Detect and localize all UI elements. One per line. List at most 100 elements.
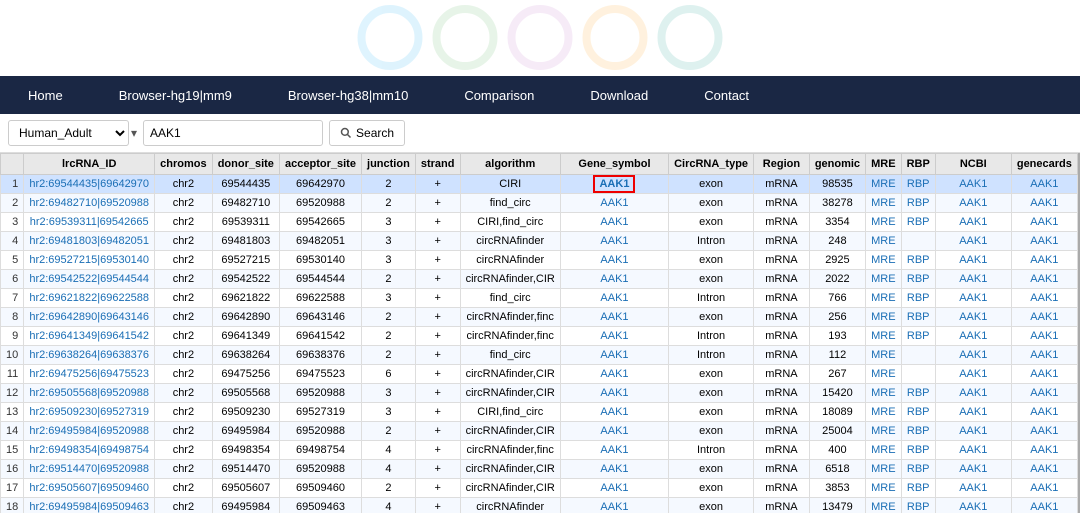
ncbi-link[interactable]: AAK1: [959, 349, 987, 361]
mre-link[interactable]: MRE: [871, 197, 895, 209]
genecards-link[interactable]: AAK1: [1030, 349, 1058, 361]
mre-link[interactable]: MRE: [871, 501, 895, 513]
rbp-link[interactable]: RBP: [907, 254, 930, 266]
lrcrna-id-cell[interactable]: hr2:69495984|69509463: [24, 498, 155, 513]
rbp-cell[interactable]: RBP: [901, 479, 935, 498]
mre-link[interactable]: MRE: [871, 349, 895, 361]
mre-cell[interactable]: MRE: [866, 251, 901, 270]
gene-symbol-cell[interactable]: AAK1: [560, 251, 668, 270]
genecards-cell[interactable]: AAK1: [1011, 460, 1077, 479]
genecards-cell[interactable]: AAK1: [1011, 384, 1077, 403]
genecards-link[interactable]: AAK1: [1030, 273, 1058, 285]
ncbi-link[interactable]: AAK1: [959, 197, 987, 209]
mre-cell[interactable]: MRE: [866, 384, 901, 403]
rbp-link[interactable]: RBP: [907, 273, 930, 285]
genecards-cell[interactable]: AAK1: [1011, 289, 1077, 308]
rbp-link[interactable]: RBP: [907, 178, 930, 190]
mre-cell[interactable]: MRE: [866, 441, 901, 460]
genecards-link[interactable]: AAK1: [1030, 444, 1058, 456]
genecards-link[interactable]: AAK1: [1030, 197, 1058, 209]
genecards-cell[interactable]: AAK1: [1011, 232, 1077, 251]
nav-home[interactable]: Home: [0, 76, 91, 114]
mre-cell[interactable]: MRE: [866, 289, 901, 308]
genecards-cell[interactable]: AAK1: [1011, 327, 1077, 346]
lrcrna-id-cell[interactable]: hr2:69539311|69542665: [24, 213, 155, 232]
mre-cell[interactable]: MRE: [866, 479, 901, 498]
nav-download[interactable]: Download: [562, 76, 676, 114]
ncbi-cell[interactable]: AAK1: [935, 327, 1011, 346]
nav-contact[interactable]: Contact: [676, 76, 777, 114]
genecards-link[interactable]: AAK1: [1030, 254, 1058, 266]
rbp-link[interactable]: RBP: [907, 216, 930, 228]
genecards-cell[interactable]: AAK1: [1011, 422, 1077, 441]
gene-symbol-cell[interactable]: AAK1: [560, 194, 668, 213]
rbp-link[interactable]: RBP: [907, 444, 930, 456]
gene-symbol-cell[interactable]: AAK1: [560, 384, 668, 403]
genecards-cell[interactable]: AAK1: [1011, 479, 1077, 498]
ncbi-cell[interactable]: AAK1: [935, 232, 1011, 251]
ncbi-link[interactable]: AAK1: [959, 311, 987, 323]
mre-link[interactable]: MRE: [871, 254, 895, 266]
mre-link[interactable]: MRE: [871, 292, 895, 304]
ncbi-cell[interactable]: AAK1: [935, 479, 1011, 498]
rbp-cell[interactable]: [901, 346, 935, 365]
ncbi-link[interactable]: AAK1: [959, 178, 987, 190]
mre-link[interactable]: MRE: [871, 482, 895, 494]
ncbi-link[interactable]: AAK1: [959, 406, 987, 418]
mre-cell[interactable]: MRE: [866, 346, 901, 365]
search-button[interactable]: Search: [329, 120, 405, 146]
gene-symbol-cell[interactable]: AAK1: [560, 460, 668, 479]
ncbi-cell[interactable]: AAK1: [935, 308, 1011, 327]
rbp-cell[interactable]: RBP: [901, 289, 935, 308]
lrcrna-id-cell[interactable]: hr2:69505607|69509460: [24, 479, 155, 498]
mre-link[interactable]: MRE: [871, 368, 895, 380]
ncbi-link[interactable]: AAK1: [959, 368, 987, 380]
rbp-link[interactable]: RBP: [907, 406, 930, 418]
genecards-cell[interactable]: AAK1: [1011, 251, 1077, 270]
ncbi-link[interactable]: AAK1: [959, 482, 987, 494]
gene-symbol-cell[interactable]: AAK1: [560, 289, 668, 308]
ncbi-cell[interactable]: AAK1: [935, 441, 1011, 460]
rbp-cell[interactable]: RBP: [901, 441, 935, 460]
mre-cell[interactable]: MRE: [866, 213, 901, 232]
lrcrna-id-cell[interactable]: hr2:69505568|69520988: [24, 384, 155, 403]
lrcrna-id-cell[interactable]: hr2:69641349|69641542: [24, 327, 155, 346]
mre-link[interactable]: MRE: [871, 425, 895, 437]
ncbi-cell[interactable]: AAK1: [935, 194, 1011, 213]
rbp-cell[interactable]: RBP: [901, 270, 935, 289]
rbp-link[interactable]: RBP: [907, 482, 930, 494]
genecards-cell[interactable]: AAK1: [1011, 365, 1077, 384]
lrcrna-id-cell[interactable]: hr2:69527215|69530140: [24, 251, 155, 270]
mre-cell[interactable]: MRE: [866, 327, 901, 346]
mre-cell[interactable]: MRE: [866, 460, 901, 479]
genecards-link[interactable]: AAK1: [1030, 482, 1058, 494]
ncbi-link[interactable]: AAK1: [959, 216, 987, 228]
lrcrna-id-cell[interactable]: hr2:69495984|69520988: [24, 422, 155, 441]
rbp-cell[interactable]: RBP: [901, 175, 935, 194]
genecards-cell[interactable]: AAK1: [1011, 213, 1077, 232]
nav-browser-hg38[interactable]: Browser-hg38|mm10: [260, 76, 436, 114]
mre-link[interactable]: MRE: [871, 406, 895, 418]
mre-cell[interactable]: MRE: [866, 422, 901, 441]
rbp-link[interactable]: RBP: [907, 330, 930, 342]
rbp-cell[interactable]: [901, 232, 935, 251]
lrcrna-id-cell[interactable]: hr2:69638264|69638376: [24, 346, 155, 365]
genecards-link[interactable]: AAK1: [1030, 425, 1058, 437]
ncbi-link[interactable]: AAK1: [959, 463, 987, 475]
lrcrna-id-cell[interactable]: hr2:69514470|69520988: [24, 460, 155, 479]
rbp-link[interactable]: RBP: [907, 311, 930, 323]
ncbi-cell[interactable]: AAK1: [935, 175, 1011, 194]
mre-link[interactable]: MRE: [871, 311, 895, 323]
genecards-link[interactable]: AAK1: [1030, 406, 1058, 418]
rbp-link[interactable]: RBP: [907, 197, 930, 209]
mre-link[interactable]: MRE: [871, 216, 895, 228]
lrcrna-id-cell[interactable]: hr2:69498354|69498754: [24, 441, 155, 460]
genecards-cell[interactable]: AAK1: [1011, 194, 1077, 213]
ncbi-link[interactable]: AAK1: [959, 387, 987, 399]
mre-cell[interactable]: MRE: [866, 498, 901, 513]
ncbi-link[interactable]: AAK1: [959, 444, 987, 456]
mre-link[interactable]: MRE: [871, 463, 895, 475]
lrcrna-id-cell[interactable]: hr2:69621822|69622588: [24, 289, 155, 308]
genecards-cell[interactable]: AAK1: [1011, 346, 1077, 365]
gene-symbol-cell[interactable]: AAK1: [560, 403, 668, 422]
